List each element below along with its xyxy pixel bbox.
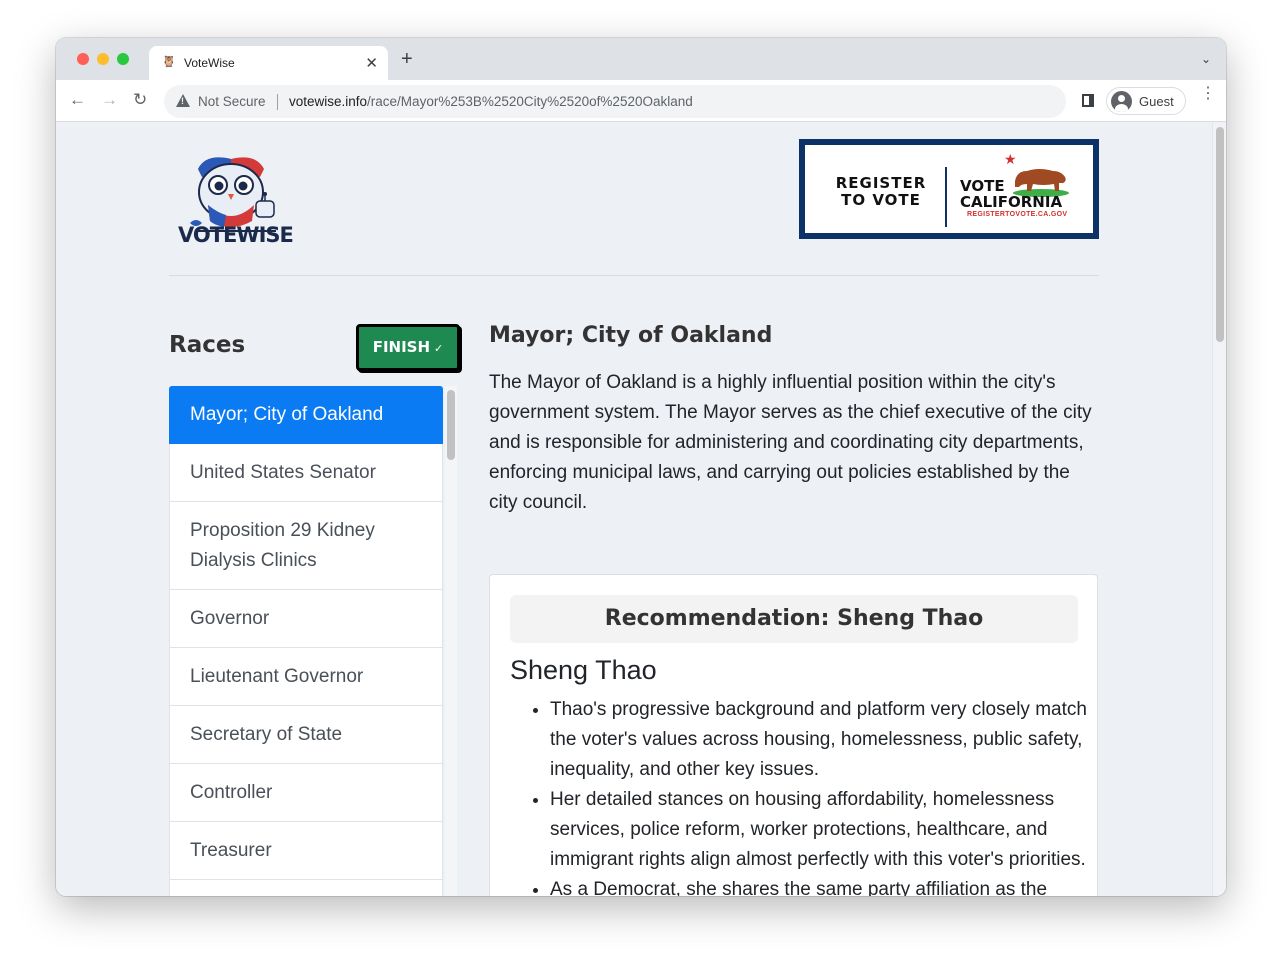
races-list-scroll-thumb[interactable] xyxy=(447,390,455,460)
security-status[interactable]: Not Secure xyxy=(198,94,266,109)
tab-search-chevron-icon[interactable]: ⌄ xyxy=(1201,52,1211,66)
race-title: Mayor; City of Oakland xyxy=(489,323,773,348)
warning-icon[interactable] xyxy=(176,94,190,107)
tab-bar: 🦉 VoteWise ✕ + ⌄ xyxy=(56,38,1226,80)
url-text[interactable]: votewise.info/race/Mayor%253B%2520City%2… xyxy=(289,94,693,109)
register-banner-left: REGISTER TO VOTE xyxy=(827,175,935,209)
races-list-scrollbar[interactable] xyxy=(445,386,457,896)
race-item-controller[interactable]: Controller xyxy=(169,764,443,822)
more-menu-icon[interactable]: ⋮ xyxy=(1200,86,1216,102)
profile-avatar-icon xyxy=(1111,91,1132,112)
profile-label: Guest xyxy=(1139,94,1174,109)
new-tab-button[interactable]: + xyxy=(401,49,413,69)
race-item-treasurer[interactable]: Treasurer xyxy=(169,822,443,880)
browser-tab[interactable]: 🦉 VoteWise ✕ xyxy=(149,46,388,80)
url-path: /race/Mayor%253B%2520City%2520of%2520Oak… xyxy=(367,94,693,109)
minimize-window-button[interactable] xyxy=(97,53,109,65)
california-bear-icon xyxy=(1013,169,1069,197)
tab-close-icon[interactable]: ✕ xyxy=(365,54,378,72)
browser-window: 🦉 VoteWise ✕ + ⌄ ← → ↻ Not Secure votewi… xyxy=(56,38,1226,896)
recommendation-reasons: Thao's progressive background and platfo… xyxy=(550,695,1090,896)
page-scroll-thumb[interactable] xyxy=(1216,127,1224,342)
logo-wordmark: VOTEWISE xyxy=(178,223,294,247)
reason-item: As a Democrat, she shares the same party… xyxy=(550,875,1090,896)
banner-register-text: REGISTER xyxy=(835,174,927,192)
address-bar[interactable]: Not Secure votewise.info/race/Mayor%253B… xyxy=(164,85,1066,118)
finish-label: FINISH xyxy=(372,338,431,356)
register-to-vote-banner[interactable]: REGISTER TO VOTE ★ VOTE CALIFORNIA REGIS… xyxy=(799,139,1099,239)
banner-to-vote-text: TO VOTE xyxy=(841,191,921,209)
reason-item: Her detailed stances on housing affordab… xyxy=(550,785,1090,875)
header-divider xyxy=(169,275,1099,276)
recommendation-card: Recommendation: Sheng Thao Sheng Thao Th… xyxy=(489,574,1098,896)
maximize-window-button[interactable] xyxy=(117,53,129,65)
forward-arrow-icon[interactable]: → xyxy=(101,90,118,110)
banner-divider xyxy=(945,167,947,227)
tab-title: VoteWise xyxy=(184,56,235,70)
races-list: Mayor; City of Oakland United States Sen… xyxy=(169,386,444,896)
banner-california-text: CALIFORNIA xyxy=(960,193,1063,211)
recommendation-header: Recommendation: Sheng Thao xyxy=(510,595,1078,643)
side-panel-icon[interactable] xyxy=(1082,94,1094,107)
page-viewport: VOTEWISE REGISTER TO VOTE ★ VOTE CALIFOR… xyxy=(56,123,1226,896)
browser-toolbar: ← → ↻ Not Secure votewise.info/race/Mayo… xyxy=(56,80,1226,122)
race-item-proposition-29[interactable]: Proposition 29 Kidney Dialysis Clinics xyxy=(169,502,443,590)
race-description: The Mayor of Oakland is a highly influen… xyxy=(489,372,1092,513)
check-icon: ✓ xyxy=(434,342,444,355)
profile-button[interactable]: Guest xyxy=(1106,87,1186,115)
candidate-name: Sheng Thao xyxy=(510,655,657,685)
url-host: votewise.info xyxy=(289,94,368,109)
reload-icon[interactable]: ↻ xyxy=(133,90,147,110)
page-scrollbar[interactable] xyxy=(1212,123,1226,896)
race-item-secretary-of-state[interactable]: Secretary of State xyxy=(169,706,443,764)
race-item-governor[interactable]: Governor xyxy=(169,590,443,648)
finish-button[interactable]: FINISH ✓ xyxy=(356,324,460,371)
reason-item: Thao's progressive background and platfo… xyxy=(550,695,1090,785)
address-divider xyxy=(277,94,278,110)
race-item-us-senator[interactable]: United States Senator xyxy=(169,444,443,502)
banner-url-text: REGISTERTOVOTE.CA.GOV xyxy=(967,211,1068,218)
close-window-button[interactable] xyxy=(77,53,89,65)
back-arrow-icon[interactable]: ← xyxy=(69,90,86,110)
race-item-attorney-general[interactable]: Attorney General xyxy=(169,880,443,896)
race-item-mayor-oakland[interactable]: Mayor; City of Oakland xyxy=(169,386,443,444)
races-heading: Races xyxy=(169,332,246,358)
race-item-lieutenant-governor[interactable]: Lieutenant Governor xyxy=(169,648,443,706)
votewise-favicon-icon: 🦉 xyxy=(162,56,176,68)
